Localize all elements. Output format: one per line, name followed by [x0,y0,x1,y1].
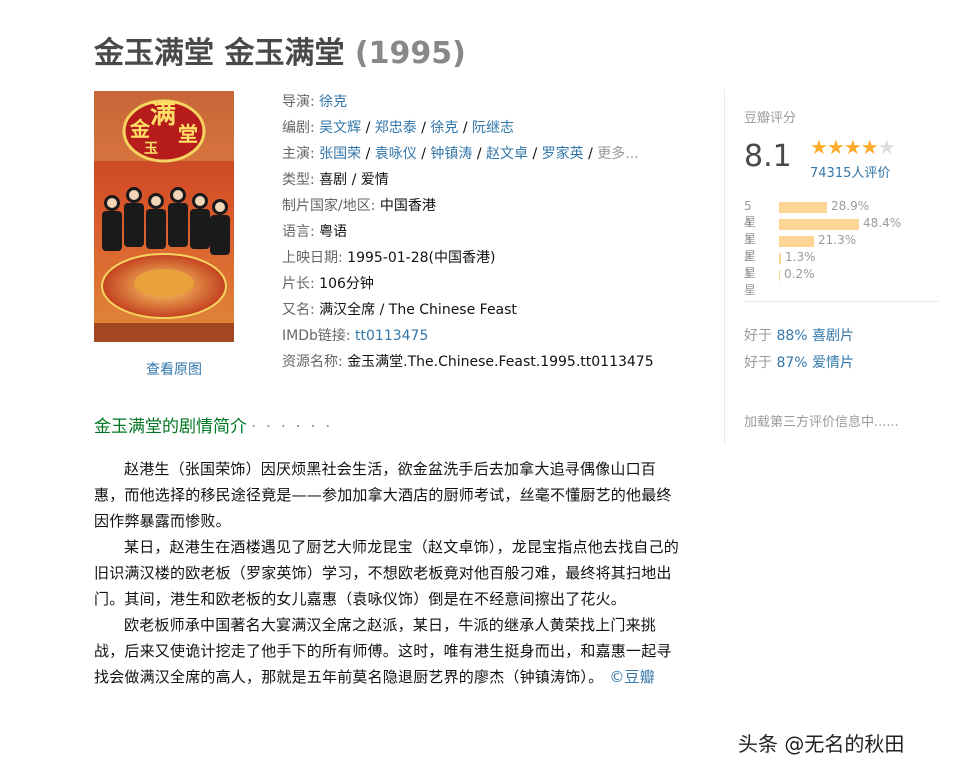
writer-label: 编剧: [282,120,315,136]
summary-heading: 金玉满堂的剧情简介 · · · · · · [94,412,332,437]
summary-paragraph-text: 欧老板师承中国著名大宴满汉全席之赵派，某日，牛派的继承人黄荣找上门来挑战，后来又… [94,616,672,686]
director-link[interactable]: 徐克 [319,94,347,110]
cast-row: 主演: 张国荣 / 袁咏仪 / 钟镇涛 / 赵文卓 / 罗家英 / 更多... [282,146,639,162]
rating-bar-fill [779,253,781,264]
language-value: 粤语 [319,224,348,240]
language-label: 语言: [282,224,315,240]
writer-link[interactable]: 郑忠泰 [375,120,417,136]
poster-image: 金 满 堂 玉 [94,91,234,342]
resource-label: 资源名称: [282,354,343,370]
better-than-genre-link[interactable]: 爱情片 [812,355,854,371]
rating-bar-pct: 0.2% [784,267,815,281]
resource-row: 资源名称: 金玉满堂.The.Chinese.Feast.1995.tt0113… [282,349,702,375]
rating-score: 8.1 [744,139,792,174]
genre-label: 类型: [282,172,315,188]
movie-poster[interactable]: 金 满 堂 玉 [94,91,234,342]
better-than-row: 好于 87% 爱情片 [744,352,854,372]
poster-char-4: 玉 [144,141,158,157]
poster-char-3: 堂 [178,122,198,146]
region-value: 中国香港 [379,198,436,214]
poster-char-1: 金 [129,117,151,141]
genre-row: 类型: 喜剧 / 爱情 [282,167,702,193]
imdb-link[interactable]: tt0113475 [355,328,428,344]
cast-link[interactable]: 罗家英 [542,146,584,162]
better-than-prefix: 好于 [744,328,772,344]
rating-bar-pct: 28.9% [831,199,870,213]
summary-body: 赵港生（张国荣饰）因厌烦黑社会生活，欲金盆洗手后去加拿大追寻偶像山口百惠，而他选… [94,456,684,690]
region-label: 制片国家/地区: [282,198,376,214]
writer-link[interactable]: 吴文辉 [319,120,361,136]
runtime-value: 106分钟 [319,276,374,292]
view-original-link[interactable]: 查看原图 [146,359,202,379]
runtime-row: 片长: 106分钟 [282,271,702,297]
watermark: 头条 @无名的秋田 [738,732,905,756]
cast-link[interactable]: 钟镇涛 [430,146,472,162]
summary-title: 金玉满堂的剧情简介 [94,417,247,437]
rating-count-link[interactable]: 74315人评价 [810,162,890,181]
runtime-label: 片长: [282,276,315,292]
release-row: 上映日期: 1995-01-28(中国香港) [282,245,702,271]
rating-bar-fill [779,202,827,213]
cast-link[interactable]: 赵文卓 [486,146,528,162]
rating-bar-pct: 48.4% [863,216,902,230]
poster-char-2: 满 [150,100,176,130]
region-row: 制片国家/地区: 中国香港 [282,193,702,219]
rating-panel: 豆瓣评分 8.1 ★★★★★ 74315人评价 5星 28.9% 4星 48.4… [724,89,939,445]
cast-link[interactable]: 张国荣 [319,146,361,162]
imdb-row: IMDb链接: tt0113475 [282,323,702,349]
page-title: 金玉满堂 金玉满堂 (1995) [94,28,466,72]
resource-value: 金玉满堂.The.Chinese.Feast.1995.tt0113475 [347,354,654,370]
summary-paragraph: 某日，赵港生在酒楼遇见了厨艺大师龙昆宝（赵文卓饰），龙昆宝指点他去找自己的旧识满… [94,538,679,608]
better-than-pct-link[interactable]: 88% [776,328,807,344]
director-label: 导演: [282,94,315,110]
director-row: 导演: 徐克 [282,89,702,115]
summary-paragraph: 欧老板师承中国著名大宴满汉全席之赵派，某日，牛派的继承人黄荣找上门来挑战，后来又… [94,612,684,690]
rating-label: 豆瓣评分 [744,111,797,126]
movie-name: 金玉满堂 金玉满堂 [94,36,345,71]
writer-link[interactable]: 阮继志 [472,120,514,136]
writer-link[interactable]: 徐克 [430,120,458,136]
third-party-loading: 加载第三方评价信息中...... [744,415,899,430]
rating-bar-pct: 1.3% [785,250,816,264]
better-than-row: 好于 88% 喜剧片 [744,325,854,345]
summary-dots: · · · · · · [251,417,333,437]
release-value: 1995-01-28(中国香港) [347,250,496,266]
imdb-label: IMDb链接: [282,328,351,344]
rating-bar-label: 1星 [744,267,757,297]
aka-row: 又名: 满汉全席 / The Chinese Feast [282,297,702,323]
cast-link[interactable]: 袁咏仪 [375,146,417,162]
aka-label: 又名: [282,302,315,318]
rating-bar-fill [779,236,814,247]
rating-divider [744,301,939,302]
genre-value: 喜剧 / 爱情 [319,172,389,188]
cast-more-link[interactable]: 更多... [597,146,638,162]
writer-row: 编剧: 吴文辉 / 郑忠泰 / 徐克 / 阮继志 [282,120,515,136]
aka-value: 满汉全席 / The Chinese Feast [319,302,517,318]
rating-bar-fill [779,219,859,230]
language-row: 语言: 粤语 [282,219,702,245]
douban-source-link[interactable]: ©豆瓣 [609,668,655,686]
better-than-genre-link[interactable]: 喜剧片 [812,328,854,344]
movie-info: 导演: 徐克 编剧: 吴文辉 / 郑忠泰 / 徐克 / 阮继志 主演: 张国荣 … [282,89,702,375]
better-than-pct-link[interactable]: 87% [776,355,807,371]
release-label: 上映日期: [282,250,343,266]
movie-year: (1995) [354,36,466,71]
rating-bar-fill [779,270,780,281]
rating-bar-pct: 21.3% [818,233,857,247]
cast-label: 主演: [282,146,315,162]
summary-paragraph: 赵港生（张国荣饰）因厌烦黑社会生活，欲金盆洗手后去加拿大追寻偶像山口百惠，而他选… [94,460,672,530]
star-rating-icon: ★★★★★ [810,135,896,159]
better-than-prefix: 好于 [744,355,772,371]
